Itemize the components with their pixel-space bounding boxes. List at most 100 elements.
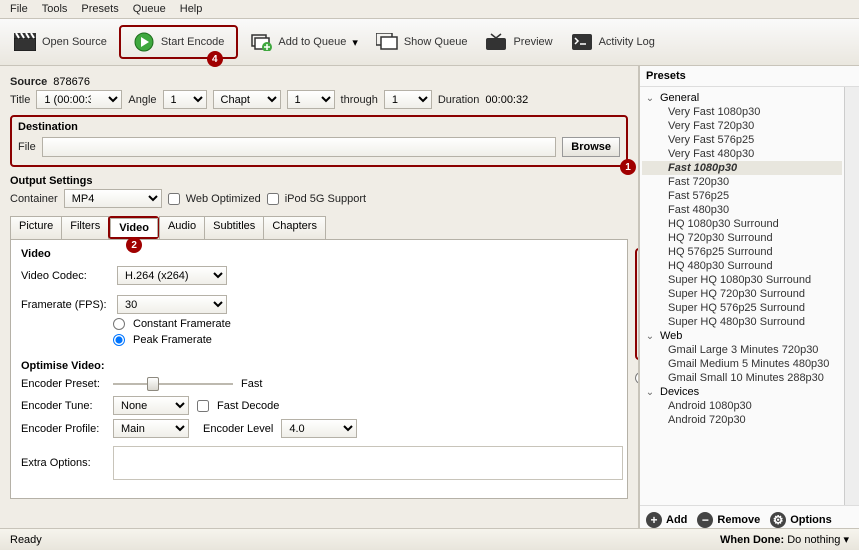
- preset-item[interactable]: Fast 720p30: [642, 175, 842, 189]
- preset-item[interactable]: Very Fast 480p30: [642, 147, 842, 161]
- menu-queue[interactable]: Queue: [133, 3, 166, 15]
- file-label: File: [18, 141, 36, 153]
- title-select[interactable]: 1 (00:00:32): [36, 90, 122, 109]
- preset-item[interactable]: Gmail Small 10 Minutes 288p30: [642, 371, 842, 385]
- presets-head: Presets: [640, 66, 859, 87]
- preset-item[interactable]: Gmail Large 3 Minutes 720p30: [642, 343, 842, 357]
- source-value: 878676: [53, 76, 90, 88]
- chevron-down-icon: ⌄: [644, 330, 656, 342]
- fps-select[interactable]: 30: [117, 295, 227, 314]
- web-optimized-check[interactable]: [168, 193, 180, 205]
- preview-button[interactable]: Preview: [479, 29, 558, 55]
- encoder-preset-label: Encoder Preset:: [21, 378, 105, 390]
- preset-scrollbar[interactable]: [844, 87, 859, 505]
- tab-picture[interactable]: Picture: [10, 216, 62, 239]
- optimise-head: Optimise Video:: [21, 360, 623, 372]
- fast-decode-check[interactable]: [197, 400, 209, 412]
- minus-icon: −: [697, 512, 713, 528]
- show-queue-button[interactable]: Show Queue: [370, 29, 474, 55]
- menu-tools[interactable]: Tools: [42, 3, 68, 15]
- encoder-profile-select[interactable]: Main: [113, 419, 189, 438]
- extra-options-label: Extra Options:: [21, 457, 105, 469]
- gear-icon: ⚙: [770, 512, 786, 528]
- dropdown-chevron-icon: ▾: [352, 36, 358, 49]
- status-bar: Ready When Done: Do nothing ▾: [0, 528, 859, 550]
- preset-item[interactable]: Gmail Medium 5 Minutes 480p30: [642, 357, 842, 371]
- peak-framerate-label: Peak Framerate: [133, 334, 212, 346]
- preset-item[interactable]: Fast 576p25: [642, 189, 842, 203]
- encoder-tune-label: Encoder Tune:: [21, 400, 105, 412]
- video-tab-highlight: Video 2: [108, 216, 159, 239]
- menu-help[interactable]: Help: [180, 3, 203, 15]
- angle-select[interactable]: 1: [163, 90, 207, 109]
- chapter-to[interactable]: 1: [384, 90, 432, 109]
- preset-item[interactable]: HQ 1080p30 Surround: [642, 217, 842, 231]
- start-encode-highlight: Start Encode 4: [119, 25, 239, 59]
- tab-audio[interactable]: Audio: [159, 216, 205, 239]
- chapter-from[interactable]: 1: [287, 90, 335, 109]
- peak-framerate-radio[interactable]: [113, 334, 125, 346]
- preset-group-web[interactable]: ⌄Web: [642, 329, 842, 343]
- container-label: Container: [10, 193, 58, 205]
- title-label: Title: [10, 94, 30, 106]
- container-select[interactable]: MP4: [64, 189, 162, 208]
- tab-chapters[interactable]: Chapters: [263, 216, 326, 239]
- terminal-icon: [571, 31, 593, 53]
- preset-options-button[interactable]: ⚙Options: [770, 512, 832, 528]
- preset-item[interactable]: Very Fast 576p25: [642, 133, 842, 147]
- tab-video[interactable]: Video: [110, 218, 158, 237]
- menu-bar: File Tools Presets Queue Help: [0, 0, 859, 19]
- browse-button[interactable]: Browse: [562, 137, 620, 157]
- encoder-level-select[interactable]: 4.0: [281, 419, 357, 438]
- preset-item[interactable]: HQ 720p30 Surround: [642, 231, 842, 245]
- main-panel: Source 878676 Title 1 (00:00:32) Angle 1…: [0, 66, 639, 534]
- preset-item[interactable]: Super HQ 1080p30 Surround: [642, 273, 842, 287]
- codec-select[interactable]: H.264 (x264): [117, 266, 227, 285]
- preset-item[interactable]: HQ 480p30 Surround: [642, 259, 842, 273]
- tab-subtitles[interactable]: Subtitles: [204, 216, 264, 239]
- preset-item[interactable]: Very Fast 1080p30: [642, 105, 842, 119]
- add-queue-icon: [250, 31, 272, 53]
- extra-options-input[interactable]: [113, 446, 623, 480]
- preset-item[interactable]: Android 1080p30: [642, 399, 842, 413]
- preset-item[interactable]: Fast 480p30: [642, 203, 842, 217]
- activity-log-button[interactable]: Activity Log: [565, 29, 661, 55]
- destination-highlight: Destination File Browse 1: [10, 115, 628, 167]
- chevron-down-icon: ⌄: [644, 386, 656, 398]
- add-to-queue-button[interactable]: Add to Queue ▾: [244, 29, 363, 55]
- preset-remove-button[interactable]: −Remove: [697, 512, 760, 528]
- through-label: through: [341, 94, 378, 106]
- encoder-preset-slider[interactable]: [113, 376, 233, 392]
- menu-file[interactable]: File: [10, 3, 28, 15]
- preset-item[interactable]: Very Fast 720p30: [642, 119, 842, 133]
- status-text: Ready: [10, 534, 42, 546]
- preset-group-devices[interactable]: ⌄Devices: [642, 385, 842, 399]
- constant-framerate-radio[interactable]: [113, 318, 125, 330]
- play-icon: [133, 31, 155, 53]
- preset-item[interactable]: Super HQ 576p25 Surround: [642, 301, 842, 315]
- output-settings-head: Output Settings: [10, 175, 628, 187]
- preset-item[interactable]: Android 720p30: [642, 413, 842, 427]
- video-panel: Video Video Codec: H.264 (x264) Framerat…: [10, 239, 628, 499]
- preset-item-selected[interactable]: Fast 1080p30: [642, 161, 842, 175]
- preset-group-general[interactable]: ⌄General: [642, 91, 842, 105]
- encoder-tune-select[interactable]: None: [113, 396, 189, 415]
- preset-tree[interactable]: ⌄General Very Fast 1080p30 Very Fast 720…: [640, 87, 844, 505]
- when-done-value[interactable]: Do nothing: [787, 534, 840, 546]
- codec-label: Video Codec:: [21, 270, 109, 282]
- encoder-preset-value: Fast: [241, 378, 262, 390]
- menu-presets[interactable]: Presets: [81, 3, 118, 15]
- chapters-mode[interactable]: Chapters: [213, 90, 281, 109]
- video-head: Video: [21, 248, 623, 260]
- tab-filters[interactable]: Filters: [61, 216, 109, 239]
- encoder-profile-label: Encoder Profile:: [21, 423, 105, 435]
- destination-input[interactable]: [42, 137, 557, 157]
- ipod-check[interactable]: [267, 193, 279, 205]
- callout-badge-4: 4: [207, 51, 223, 67]
- preset-item[interactable]: HQ 576p25 Surround: [642, 245, 842, 259]
- open-source-button[interactable]: Open Source: [8, 29, 113, 55]
- preset-item[interactable]: Super HQ 720p30 Surround: [642, 287, 842, 301]
- when-done-label: When Done:: [720, 534, 784, 546]
- preset-item[interactable]: Super HQ 480p30 Surround: [642, 315, 842, 329]
- preset-add-button[interactable]: +Add: [646, 512, 687, 528]
